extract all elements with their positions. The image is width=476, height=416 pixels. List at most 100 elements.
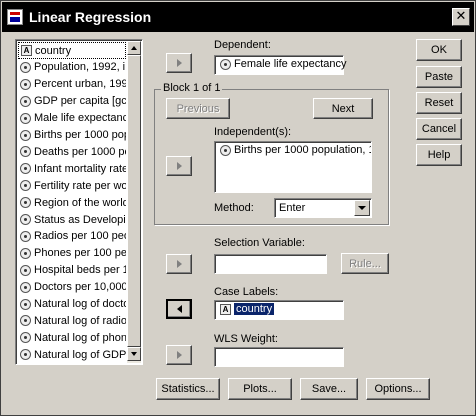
statistics-button[interactable]: Statistics... [156,378,220,400]
variable-name: GDP per capita [gc [34,95,126,108]
variable-list-item[interactable]: Births per 1000 pop [18,127,126,144]
variable-list-item[interactable]: Region of the world [18,194,126,211]
variable-list-item[interactable]: Natural log of radio [18,312,126,329]
variable-list-scrollbar[interactable] [127,41,141,363]
plots-button[interactable]: Plots... [228,378,292,400]
variable-list-item[interactable]: Percent urban, 199 [18,76,126,93]
move-to-dependent-button[interactable] [166,53,192,73]
scale-variable-icon [20,61,31,73]
variable-name: Region of the world [34,196,126,209]
block-title: Block 1 of 1 [161,82,223,94]
scale-variable-icon [20,281,31,293]
method-label: Method: [214,202,254,214]
variable-list[interactable]: Natural log of GDP Natural log of phon Nat… [15,39,143,365]
variable-list-item[interactable]: Phones per 100 pe [18,245,126,262]
scroll-up-icon[interactable] [127,41,141,55]
variable-list-item[interactable]: Status as Developi [18,211,126,228]
variable-name: Phones per 100 pe [34,247,126,260]
scale-variable-icon [20,230,31,242]
variable-name: Fertility rate per wor [34,179,126,192]
dependent-label: Dependent: [214,39,271,51]
variable-list-item[interactable]: Infant mortality rate [18,160,126,177]
scale-variable-icon [20,214,31,225]
scale-variable-icon [20,332,31,344]
scale-variable-icon [20,146,31,158]
case-labels-field[interactable]: A country [214,300,344,320]
variable-list-item[interactable]: Male life expectanc [18,110,126,127]
variable-name: Population, 1992, i [34,61,126,74]
variable-name: Hospital beds per 1 [34,264,126,277]
dependent-field[interactable]: Female life expectancy [214,55,347,75]
variable-list-item[interactable]: Natural log of phon [18,329,126,346]
method-select[interactable]: Enter [274,198,372,218]
method-value: Enter [279,202,306,214]
variable-list-item[interactable]: Radios per 100 peo [18,228,126,245]
move-from-case-labels-button[interactable] [166,299,192,319]
variable-list-item[interactable]: GDP per capita [gc [18,93,126,110]
scale-variable-icon [20,180,31,192]
scale-variable-icon [20,315,31,327]
selection-variable-label: Selection Variable: [214,237,305,249]
scale-variable-icon [20,197,31,209]
variable-list-item[interactable]: Natural log of docto [18,296,126,313]
scroll-thumb[interactable] [127,55,141,347]
scale-variable-icon [220,144,231,156]
variable-name: Infant mortality rate [34,162,126,175]
chevron-down-icon[interactable] [354,200,370,216]
help-button[interactable]: Help [416,144,462,166]
string-variable-icon: A [21,45,32,56]
options-button[interactable]: Options... [366,378,430,400]
variable-list-item[interactable]: Doctors per 10,000 [18,279,126,296]
variable-name: Male life expectanc [34,112,126,125]
previous-block-button[interactable]: Previous [166,98,230,119]
ok-button[interactable]: OK [416,39,462,61]
scroll-down-icon[interactable] [127,347,141,361]
move-to-wls-button[interactable] [166,345,192,365]
independents-label: Independent(s): [214,126,292,138]
variable-name: Natural log of GDP [34,348,126,361]
move-to-independents-button[interactable] [166,156,192,176]
variable-list-item[interactable]: Acountry [18,42,126,59]
case-labels-label: Case Labels: [214,286,279,298]
rule-button[interactable]: Rule... [341,253,389,274]
move-to-selection-button[interactable] [166,254,192,274]
variable-list-item[interactable]: Deaths per 1000 pe [18,143,126,160]
selection-variable-field[interactable] [214,254,327,274]
variable-list-item[interactable]: Hospital beds per 1 [18,262,126,279]
app-icon [7,9,23,25]
window-title: Linear Regression [29,9,152,25]
wls-weight-field[interactable] [214,347,344,367]
variable-name: Natural log of phon [34,331,126,344]
scale-variable-icon [20,95,31,107]
next-block-button[interactable]: Next [313,98,373,119]
variable-name: Deaths per 1000 pe [34,145,126,158]
reset-button[interactable]: Reset [416,92,462,114]
linear-regression-dialog: Linear Regression ✕ Natural log of GDP Na… [0,0,476,416]
variable-name: country [35,44,72,57]
variable-name: Radios per 100 peo [34,230,126,243]
variable-list-item[interactable]: Fertility rate per wor [18,177,126,194]
paste-button[interactable]: Paste [416,66,462,88]
independents-list[interactable]: Births per 1000 population, 1 [214,141,372,193]
save-button[interactable]: Save... [300,378,358,400]
title-bar: Linear Regression ✕ [2,2,474,32]
close-icon[interactable]: ✕ [452,8,470,26]
string-variable-icon: A [220,303,231,315]
scale-variable-icon [220,58,231,70]
variable-list-item[interactable]: Natural log of GDP [18,346,126,363]
cancel-button[interactable]: Cancel [416,118,462,140]
scale-variable-icon [20,349,31,361]
variable-name: Doctors per 10,000 [34,281,126,294]
variable-list-item[interactable]: Population, 1992, i [18,59,126,76]
variable-name: Status as Developi [34,213,126,226]
scale-variable-icon [20,112,31,124]
scale-variable-icon [20,247,31,259]
variable-name: Births per 1000 pop [34,129,126,141]
scale-variable-icon [20,264,31,276]
variable-name: Natural log of docto [34,298,126,310]
scale-variable-icon [20,78,31,90]
scale-variable-icon [20,129,31,141]
independent-item[interactable]: Births per 1000 population, 1 [234,144,371,156]
wls-weight-label: WLS Weight: [214,333,278,345]
variable-name: Natural log of radio [34,314,126,327]
